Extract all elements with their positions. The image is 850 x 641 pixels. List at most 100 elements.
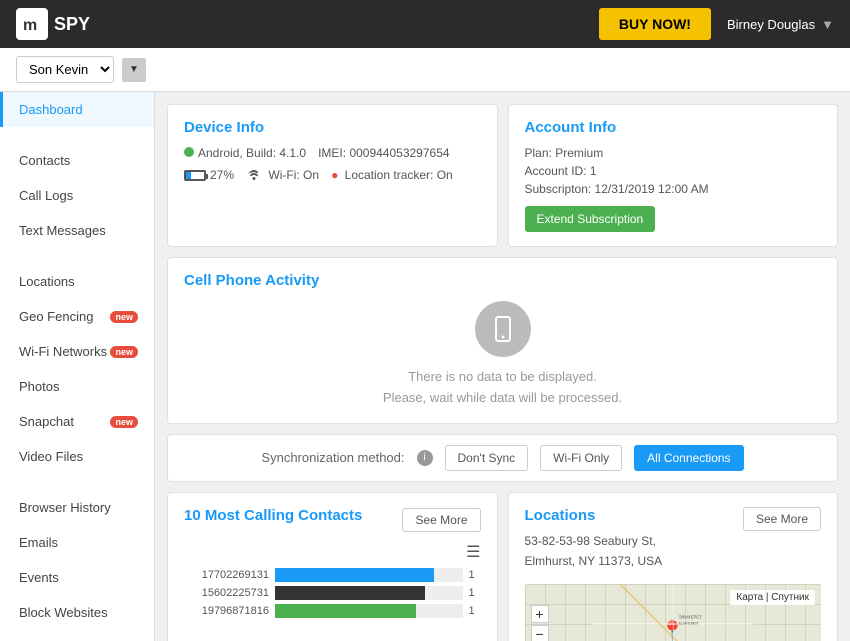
- calling-header-row: 10 Most Calling Contacts See More: [184, 507, 481, 534]
- device-select[interactable]: Son Kevin: [16, 56, 114, 83]
- map-label-sputnik: Спутник: [771, 592, 809, 603]
- subscription-row: Subscripton: 12/31/2019 12:00 AM: [525, 182, 822, 196]
- account-id-row: Account ID: 1: [525, 164, 822, 178]
- bar-row: 15602225731 1: [184, 586, 481, 600]
- all-connections-button[interactable]: All Connections: [634, 445, 743, 471]
- map-type-toggle[interactable]: Карта | Спутник: [730, 590, 815, 605]
- battery-icon: [184, 170, 206, 181]
- sidebar-label-emails: Emails: [19, 535, 58, 550]
- zoom-in-button[interactable]: +: [531, 605, 549, 623]
- bar-track: [275, 568, 463, 582]
- sidebar-label-wifi-networks: Wi-Fi Networks: [19, 344, 107, 359]
- sidebar-label-call-logs: Call Logs: [19, 188, 73, 203]
- device-info-title: Device Info: [184, 119, 481, 136]
- sidebar-item-video-files[interactable]: Video Files: [0, 439, 154, 474]
- geo-fencing-badge: new: [110, 311, 138, 323]
- wifi-only-button[interactable]: Wi-Fi Only: [540, 445, 622, 471]
- extend-subscription-button[interactable]: Extend Subscription: [525, 206, 656, 232]
- sidebar-item-wifi-networks[interactable]: Wi-Fi Networks new: [0, 334, 154, 369]
- sync-info-icon[interactable]: i: [417, 450, 433, 466]
- bottom-row: 10 Most Calling Contacts See More ☰ 1770…: [167, 492, 838, 641]
- locations-see-more-button[interactable]: See More: [743, 507, 821, 531]
- sidebar-label-events: Events: [19, 570, 59, 585]
- sidebar-item-browser-history[interactable]: Browser History: [0, 490, 154, 525]
- logo: m SPY: [16, 8, 90, 40]
- sidebar-label-photos: Photos: [19, 379, 59, 394]
- sidebar: Dashboard Contacts Call Logs Text Messag…: [0, 92, 155, 641]
- wifi-indicator: Wi-Fi: On: [246, 168, 319, 182]
- sidebar-item-text-messages[interactable]: Text Messages: [0, 213, 154, 248]
- logo-icon: m: [16, 8, 48, 40]
- bar-count: 1: [469, 605, 481, 617]
- bar-label: 17702269131: [184, 569, 269, 581]
- sidebar-item-snapchat[interactable]: Snapchat new: [0, 404, 154, 439]
- sidebar-label-browser-history: Browser History: [19, 500, 111, 515]
- location-indicator: ● Location tracker: On: [331, 168, 453, 182]
- top-cards-row: Device Info Android, Build: 4.1.0 IMEI: …: [167, 104, 838, 247]
- dont-sync-button[interactable]: Don't Sync: [445, 445, 529, 471]
- battery-indicator: 27%: [184, 168, 234, 182]
- sidebar-item-dashboard[interactable]: Dashboard: [0, 92, 154, 127]
- calling-see-more-button[interactable]: See More: [402, 508, 480, 532]
- sidebar-label-contacts: Contacts: [19, 153, 70, 168]
- no-data-message: There is no data to be displayed. Please…: [184, 367, 821, 409]
- calling-contacts-card: 10 Most Calling Contacts See More ☰ 1770…: [167, 492, 498, 641]
- account-plan-row: Plan: Premium: [525, 146, 822, 160]
- sidebar-item-locations[interactable]: Locations: [0, 264, 154, 299]
- bar-count: 1: [469, 569, 481, 581]
- bar-track: [275, 586, 463, 600]
- buy-now-button[interactable]: BUY NOW!: [599, 8, 711, 40]
- android-dot: Android, Build: 4.1.0: [184, 146, 306, 160]
- hamburger-icon[interactable]: ☰: [184, 542, 481, 562]
- user-dropdown[interactable]: Birney Douglas ▼: [727, 17, 834, 32]
- map-placeholder: Карта | Спутник + − 📍 ЭЛМХЕРСТ ELMH: [525, 584, 822, 641]
- snapchat-badge: new: [110, 416, 138, 428]
- sidebar-item-photos[interactable]: Photos: [0, 369, 154, 404]
- wifi-networks-badge: new: [110, 346, 138, 358]
- bar-label: 19796871816: [184, 605, 269, 617]
- bar-fill: [275, 604, 416, 618]
- locations-card: Locations 53-82-53-98 Seabury St, Elmhur…: [508, 492, 839, 641]
- logo-text: SPY: [54, 14, 90, 35]
- device-info-card: Device Info Android, Build: 4.1.0 IMEI: …: [167, 104, 498, 247]
- locations-address-line2: Elmhurst, NY 11373, USA: [525, 554, 663, 568]
- sidebar-label-block-websites: Block Websites: [19, 605, 108, 620]
- cell-activity-card: Cell Phone Activity There is no data to …: [167, 257, 838, 424]
- imei-info: IMEI: 000944053297654: [318, 146, 449, 160]
- zoom-out-button[interactable]: −: [531, 625, 549, 641]
- device-bar: Son Kevin ▼: [0, 48, 850, 92]
- sync-label: Synchronization method:: [261, 450, 404, 465]
- locations-title: Locations: [525, 507, 663, 524]
- main-layout: Dashboard Contacts Call Logs Text Messag…: [0, 92, 850, 641]
- bar-fill: [275, 586, 425, 600]
- sidebar-label-snapchat: Snapchat: [19, 414, 74, 429]
- device-select-arrow[interactable]: ▼: [122, 58, 146, 82]
- header-right: BUY NOW! Birney Douglas ▼: [599, 8, 834, 40]
- bar-row: 17702269131 1: [184, 568, 481, 582]
- calling-contacts-title: 10 Most Calling Contacts: [184, 507, 362, 524]
- sidebar-item-emails[interactable]: Emails: [0, 525, 154, 560]
- sidebar-item-contacts[interactable]: Contacts: [0, 143, 154, 178]
- account-info-card: Account Info Plan: Premium Account ID: 1…: [508, 104, 839, 247]
- sidebar-item-block-websites[interactable]: Block Websites: [0, 595, 154, 630]
- svg-text:m: m: [23, 17, 37, 34]
- device-info-os-row: Android, Build: 4.1.0 IMEI: 000944053297…: [184, 146, 481, 160]
- bar-fill: [275, 568, 434, 582]
- bar-track: [275, 604, 463, 618]
- user-name: Birney Douglas: [727, 17, 815, 32]
- locations-header-row: Locations 53-82-53-98 Seabury St, Elmhur…: [525, 507, 822, 574]
- sidebar-label-video-files: Video Files: [19, 449, 83, 464]
- phone-icon: [475, 301, 531, 357]
- locations-address-line1: 53-82-53-98 Seabury St,: [525, 534, 663, 548]
- cell-activity-title: Cell Phone Activity: [184, 272, 821, 289]
- sidebar-item-call-logs[interactable]: Call Logs: [0, 178, 154, 213]
- sidebar-label-locations: Locations: [19, 274, 75, 289]
- content-area: Device Info Android, Build: 4.1.0 IMEI: …: [155, 92, 850, 641]
- user-dropdown-arrow: ▼: [821, 17, 834, 32]
- bar-row: 19796871816 1: [184, 604, 481, 618]
- map-zoom-controls: + −: [531, 605, 549, 641]
- sidebar-item-geo-fencing[interactable]: Geo Fencing new: [0, 299, 154, 334]
- sidebar-label-dashboard: Dashboard: [19, 102, 83, 117]
- sidebar-item-events[interactable]: Events: [0, 560, 154, 595]
- header: m SPY BUY NOW! Birney Douglas ▼: [0, 0, 850, 48]
